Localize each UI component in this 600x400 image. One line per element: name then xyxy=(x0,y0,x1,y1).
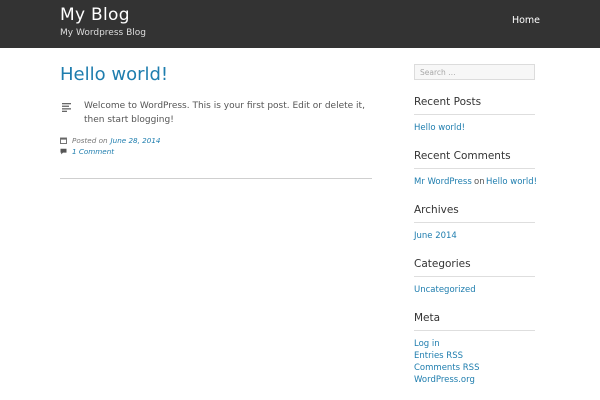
categories-title: Categories xyxy=(414,258,471,270)
posted-on-label: Posted on xyxy=(72,136,108,145)
comment-author-link[interactable]: Mr WordPress xyxy=(414,177,472,187)
meta-entries-rss-link[interactable]: Entries RSS xyxy=(414,351,463,361)
recent-post-link[interactable]: Hello world! xyxy=(414,123,465,133)
site-header: My Blog My Wordpress Blog Home xyxy=(0,0,600,48)
site-description: My Wordpress Blog xyxy=(60,28,146,38)
search-input[interactable] xyxy=(414,64,535,80)
recent-comments-divider xyxy=(414,168,535,169)
meta-comments-rss-link[interactable]: Comments RSS xyxy=(414,363,479,373)
comment-icon xyxy=(60,148,67,155)
category-link[interactable]: Uncategorized xyxy=(414,285,476,295)
standard-format-icon xyxy=(62,103,71,112)
post-title[interactable]: Hello world! xyxy=(60,64,168,85)
meta-wordpress-org-link[interactable]: WordPress.org xyxy=(414,375,475,385)
archives-title: Archives xyxy=(414,204,459,216)
recent-comments-title: Recent Comments xyxy=(414,150,511,162)
post-date-link[interactable]: June 28, 2014 xyxy=(111,136,161,145)
archive-link[interactable]: June 2014 xyxy=(414,231,457,241)
recent-posts-title: Recent Posts xyxy=(414,96,482,108)
comment-on-text: on xyxy=(474,177,485,187)
post-comments-meta: 1 Comment xyxy=(60,147,114,156)
calendar-icon xyxy=(60,137,67,144)
meta-title: Meta xyxy=(414,312,441,324)
recent-posts-divider xyxy=(414,114,535,115)
comment-post-link[interactable]: Hello world! xyxy=(486,177,537,187)
comments-link[interactable]: 1 Comment xyxy=(72,147,114,156)
nav-home-link[interactable]: Home xyxy=(512,15,540,26)
categories-divider xyxy=(414,276,535,277)
site-title[interactable]: My Blog xyxy=(60,5,130,25)
meta-login-link[interactable]: Log in xyxy=(414,339,440,349)
archives-divider xyxy=(414,222,535,223)
post-date-meta: Posted on June 28, 2014 xyxy=(60,136,160,145)
meta-divider xyxy=(414,330,535,331)
post-divider xyxy=(60,178,372,179)
post-content: Welcome to WordPress. This is your first… xyxy=(84,101,365,125)
